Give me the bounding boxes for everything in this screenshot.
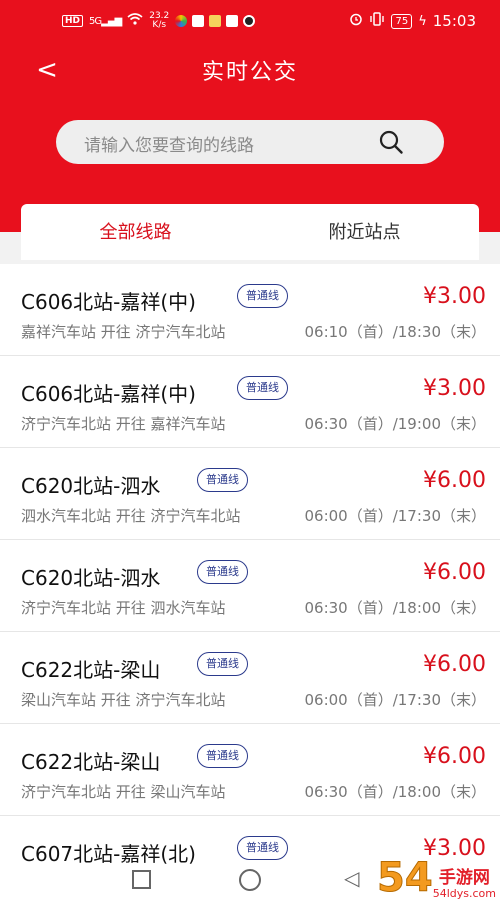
vibrate-icon	[369, 12, 385, 30]
network-speed-unit: K/s	[152, 20, 167, 30]
route-direction: 济宁汽车北站 开往 泗水汽车站	[21, 599, 226, 617]
route-direction: 泗水汽车北站 开往 济宁汽车北站	[21, 507, 241, 525]
charging-icon: ϟ	[418, 13, 427, 29]
route-row[interactable]: C606北站-嘉祥(中) 普通线 ¥3.00 嘉祥汽车站 开往 济宁汽车北站 0…	[0, 264, 500, 356]
wifi-icon	[127, 13, 143, 29]
page-title: 实时公交	[201, 60, 298, 85]
tab-all-routes[interactable]: 全部线路	[21, 204, 250, 260]
route-list: C606北站-嘉祥(中) 普通线 ¥3.00 嘉祥汽车站 开往 济宁汽车北站 0…	[0, 264, 500, 900]
alarm-icon	[349, 12, 363, 30]
route-schedule: 06:30（首）/18:00（末）	[304, 783, 486, 801]
route-schedule: 06:00（首）/17:30（末）	[304, 691, 486, 709]
route-schedule: 06:10（首）/18:30（末）	[304, 323, 486, 341]
watermark-number: 54	[377, 855, 434, 900]
route-row[interactable]: C620北站-泗水 普通线 ¥6.00 泗水汽车北站 开往 济宁汽车北站 06:…	[0, 448, 500, 540]
route-type-badge: 普通线	[237, 376, 288, 400]
system-back-button[interactable]: ◁	[344, 866, 359, 890]
notification-icons	[175, 15, 256, 27]
tab-bar: 全部线路 附近站点	[21, 204, 479, 260]
network-speed: 23.2 K/s	[149, 12, 169, 30]
route-direction: 济宁汽车北站 开往 嘉祥汽车站	[21, 415, 226, 433]
app-header: HD 5G▂▄▆ 23.2 K/s 75 ϟ 15:03 < 实时公交 请输入您…	[0, 0, 500, 232]
route-row[interactable]: C622北站-梁山 普通线 ¥6.00 梁山汽车站 开往 济宁汽车北站 06:0…	[0, 632, 500, 724]
search-icon[interactable]	[378, 129, 404, 155]
route-price: ¥6.00	[423, 560, 486, 585]
watermark-logo: 54 手游网 54ldys.com	[377, 846, 496, 900]
route-direction: 济宁汽车北站 开往 梁山汽车站	[21, 783, 226, 801]
route-type-badge: 普通线	[237, 836, 288, 860]
watermark-brand: 手游网	[438, 868, 490, 888]
nav-bar: < 实时公交	[0, 44, 500, 100]
search-input[interactable]: 请输入您要查询的线路	[84, 131, 254, 156]
app-notification-icon	[209, 15, 222, 27]
route-type-badge: 普通线	[197, 652, 248, 676]
route-direction: 梁山汽车站 开往 济宁汽车北站	[21, 691, 226, 709]
network-type: 5G	[89, 15, 102, 27]
route-row[interactable]: C622北站-梁山 普通线 ¥6.00 济宁汽车北站 开往 梁山汽车站 06:3…	[0, 724, 500, 816]
tab-nearby-stops[interactable]: 附近站点	[250, 204, 479, 260]
route-type-badge: 普通线	[197, 468, 248, 492]
cell-signal-icon: 5G▂▄▆	[89, 15, 122, 27]
route-type-badge: 普通线	[197, 560, 248, 584]
route-name: C622北站-梁山	[21, 750, 161, 774]
route-row[interactable]: C620北站-泗水 普通线 ¥6.00 济宁汽车北站 开往 泗水汽车站 06:3…	[0, 540, 500, 632]
route-name: C620北站-泗水	[21, 474, 161, 498]
route-price: ¥6.00	[423, 652, 486, 677]
home-button[interactable]	[239, 869, 261, 891]
app-notification-icon	[243, 15, 256, 27]
hd-indicator: HD	[62, 15, 84, 27]
app-notification-icon	[175, 15, 188, 27]
route-price: ¥3.00	[423, 376, 486, 401]
battery-icon: 75	[391, 13, 413, 29]
route-price: ¥3.00	[423, 284, 486, 309]
route-price: ¥6.00	[423, 468, 486, 493]
search-bar[interactable]: 请输入您要查询的线路	[56, 120, 444, 164]
route-row[interactable]: C606北站-嘉祥(中) 普通线 ¥3.00 济宁汽车北站 开往 嘉祥汽车站 0…	[0, 356, 500, 448]
route-name: C622北站-梁山	[21, 658, 161, 682]
recent-apps-button[interactable]	[132, 870, 151, 889]
route-type-badge: 普通线	[197, 744, 248, 768]
status-bar: HD 5G▂▄▆ 23.2 K/s 75 ϟ 15:03	[0, 0, 500, 44]
route-name: C606北站-嘉祥(中)	[21, 290, 196, 314]
battery-level: 75	[395, 15, 409, 27]
watermark-url: 54ldys.com	[432, 887, 496, 900]
route-schedule: 06:00（首）/17:30（末）	[304, 507, 486, 525]
status-left: HD 5G▂▄▆ 23.2 K/s	[62, 12, 256, 30]
route-schedule: 06:30（首）/19:00（末）	[304, 415, 486, 433]
app-notification-icon	[226, 15, 239, 27]
route-price: ¥6.00	[423, 744, 486, 769]
route-type-badge: 普通线	[237, 284, 288, 308]
app-notification-icon	[192, 15, 205, 27]
route-name: C620北站-泗水	[21, 566, 161, 590]
clock: 15:03	[432, 12, 476, 30]
route-schedule: 06:30（首）/18:00（末）	[304, 599, 486, 617]
route-name: C606北站-嘉祥(中)	[21, 382, 196, 406]
route-direction: 嘉祥汽车站 开往 济宁汽车北站	[21, 323, 226, 341]
watermark-text: 手游网 54ldys.com	[433, 868, 496, 900]
status-right: 75 ϟ 15:03	[349, 12, 476, 30]
